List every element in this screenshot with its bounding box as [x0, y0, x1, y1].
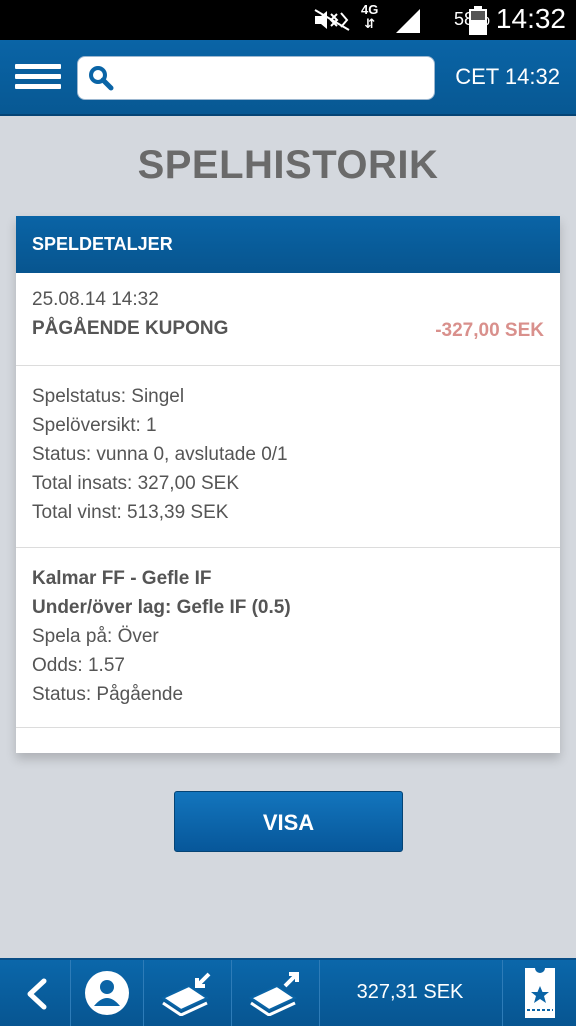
coupon-section: 25.08.14 14:32 PÅGÅENDE KUPONG -327,00 S… [16, 273, 560, 366]
bet-market: Under/över lag: Gefle IF (0.5) [32, 597, 291, 618]
account-balance[interactable]: 327,31 SEK [320, 960, 500, 1026]
mute-icon [314, 9, 350, 31]
card-title: SPELDETALJER [16, 216, 560, 273]
page-title: SPELHISTORIK [137, 143, 439, 187]
search-icon[interactable] [88, 65, 114, 91]
battery-icon [469, 6, 487, 35]
deposit-button[interactable] [144, 960, 232, 1026]
profile-button[interactable] [71, 960, 144, 1026]
network-indicator: 4G ⇵ [361, 2, 379, 31]
betslip-icon [525, 966, 555, 1018]
summary-section: Spelstatus: Singel Spelöversikt: 1 Statu… [16, 366, 560, 548]
bet-details-card: SPELDETALJER 25.08.14 14:32 PÅGÅENDE KUP… [16, 216, 560, 753]
back-button[interactable] [0, 960, 71, 1026]
signal-icon [396, 9, 420, 33]
coupon-date: 25.08.14 14:32 [32, 289, 159, 310]
header-clock: CET 14:32 [455, 64, 560, 89]
back-icon [27, 978, 47, 1010]
summary-total-insats: Total insats: 327,00 SEK [32, 473, 240, 494]
summary-total-vinst: Total vinst: 513,39 SEK [32, 502, 229, 523]
bet-play-on: Spela på: Över [32, 626, 159, 647]
app-header: CET 14:32 [0, 40, 576, 116]
status-bar: 4G⇵ 58% 14:32 [0, 0, 576, 40]
bet-section: Kalmar FF - Gefle IF Under/över lag: Gef… [16, 548, 560, 728]
deposit-icon [160, 972, 211, 1016]
bet-odds: Odds: 1.57 [32, 655, 125, 676]
withdraw-icon [248, 972, 299, 1016]
betslip-button[interactable] [502, 960, 576, 1026]
user-icon [85, 971, 129, 1015]
withdraw-button[interactable] [232, 960, 320, 1026]
bet-match: Kalmar FF - Gefle IF [32, 568, 212, 589]
hamburger-menu-icon[interactable] [15, 64, 61, 92]
search-box[interactable] [77, 56, 435, 100]
bet-status: Status: Pågående [32, 684, 184, 705]
summary-speloversikt: Spelöversikt: 1 [32, 415, 157, 436]
search-input[interactable] [126, 63, 430, 93]
summary-spelstatus: Spelstatus: Singel [32, 386, 185, 407]
bottom-nav-bar: 327,31 SEK [0, 958, 576, 1026]
visa-button[interactable]: VISA [174, 791, 403, 852]
summary-status: Status: vunna 0, avslutade 0/1 [32, 444, 288, 465]
status-time: 14:32 [495, 3, 566, 34]
coupon-amount: -327,00 SEK [435, 320, 544, 341]
